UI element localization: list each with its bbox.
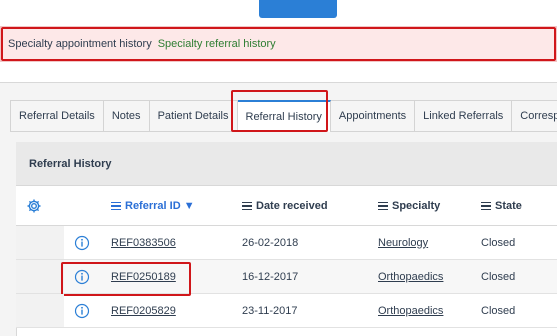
referral-id-link[interactable]: REF0205829 bbox=[111, 294, 176, 327]
state-value: Closed bbox=[481, 270, 516, 283]
tab-correspondence[interactable]: Correspo bbox=[512, 100, 557, 132]
panel-title: Referral History bbox=[16, 142, 557, 186]
column-menu-icon bbox=[481, 200, 491, 213]
table-row: REF0383506 26-02-2018 Neurology Closed bbox=[16, 226, 557, 260]
column-menu-icon bbox=[242, 200, 252, 213]
table-row: REF0205829 23-11-2017 Orthopaedics Close… bbox=[16, 294, 557, 328]
tab-highlight-box bbox=[231, 90, 328, 132]
date-received: 16-12-2017 bbox=[242, 270, 299, 283]
state-value: Closed bbox=[481, 236, 516, 249]
date-received: 23-11-2017 bbox=[242, 304, 298, 317]
specialty-link[interactable]: Orthopaedics bbox=[378, 260, 443, 293]
info-icon[interactable] bbox=[74, 303, 90, 319]
tab-referral-details[interactable]: Referral Details bbox=[10, 100, 104, 132]
column-menu-icon bbox=[378, 200, 388, 213]
date-received: 26-02-2018 bbox=[242, 236, 299, 249]
row-highlight-box bbox=[61, 262, 191, 296]
specialty-link[interactable]: Neurology bbox=[378, 226, 428, 259]
gear-icon[interactable] bbox=[26, 198, 42, 214]
tab-linked-referrals[interactable]: Linked Referrals bbox=[415, 100, 513, 132]
tab-patient-details[interactable]: Patient Details bbox=[149, 100, 238, 132]
state-value: Closed bbox=[481, 304, 516, 317]
table-header: Referral ID ▼ Date received Specialty St… bbox=[16, 186, 557, 226]
column-menu-icon bbox=[111, 200, 121, 213]
tab-notes[interactable]: Notes bbox=[103, 100, 150, 132]
specialty-link[interactable]: Orthopaedics bbox=[378, 294, 443, 327]
banner-highlight-box bbox=[1, 27, 556, 61]
info-icon[interactable] bbox=[74, 235, 90, 251]
row-gutter bbox=[16, 294, 64, 327]
column-specialty[interactable]: Specialty bbox=[378, 186, 440, 226]
row-gutter bbox=[16, 226, 64, 259]
column-state[interactable]: State bbox=[481, 186, 522, 226]
tab-appointments[interactable]: Appointments bbox=[330, 100, 416, 132]
column-date-received[interactable]: Date received bbox=[242, 186, 328, 226]
column-referral-id[interactable]: Referral ID ▼ bbox=[111, 186, 195, 226]
referral-id-link[interactable]: REF0383506 bbox=[111, 226, 176, 259]
top-action-button[interactable] bbox=[259, 0, 337, 18]
row-gutter bbox=[16, 260, 64, 293]
